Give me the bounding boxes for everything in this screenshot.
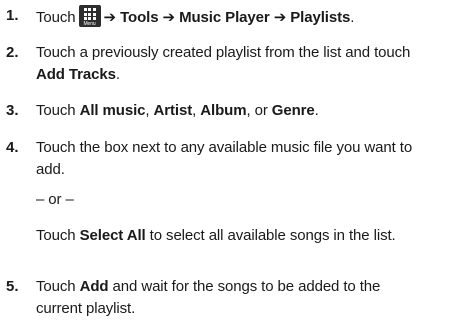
step-text: Touch a previously created playlist from… bbox=[36, 42, 465, 86]
step-number: 3. bbox=[6, 102, 19, 119]
genre-label: Genre bbox=[271, 102, 315, 119]
or-separator: – or – bbox=[36, 191, 74, 208]
instruction-page: { "steps": [ { "number": "1.", "touch": … bbox=[0, 0, 469, 333]
step-text-line: add. bbox=[36, 161, 65, 178]
arrow-icon: ➔ bbox=[273, 9, 287, 26]
menu-path-playlists: Playlists bbox=[290, 9, 351, 26]
add-label: Add bbox=[79, 278, 109, 295]
step-number: 1. bbox=[6, 7, 19, 24]
menu-path-music-player: Music Player bbox=[179, 9, 270, 26]
step-text: Touch the box next to any available musi… bbox=[36, 137, 465, 247]
step-number: 2. bbox=[6, 44, 19, 61]
artist-label: Artist bbox=[153, 102, 193, 119]
add-tracks-label: Add Tracks bbox=[36, 66, 116, 83]
step-text: Touch Menu ➔ Tools ➔ Music Player ➔ Playli… bbox=[36, 5, 465, 29]
all-music-label: All music bbox=[79, 102, 146, 119]
select-all-label: Select All bbox=[79, 227, 146, 244]
step-number: 4. bbox=[6, 139, 19, 156]
arrow-icon: ➔ bbox=[103, 9, 117, 26]
menu-icon: Menu bbox=[78, 5, 101, 27]
step-text-line: Touch a previously created playlist from… bbox=[36, 44, 411, 61]
step-text-line: Touch the box next to any available musi… bbox=[36, 139, 413, 156]
menu-path-tools: Tools bbox=[120, 9, 159, 26]
step-text-line: current playlist. bbox=[36, 300, 136, 317]
step-text-touch: Touch bbox=[36, 9, 76, 26]
album-label: Album bbox=[200, 102, 247, 119]
arrow-icon: ➔ bbox=[162, 9, 176, 26]
step-text: Touch Add and wait for the songs to be a… bbox=[36, 276, 465, 320]
step-text: Touch All music, Artist, Album, or Genre… bbox=[36, 102, 319, 119]
step-number: 5. bbox=[6, 278, 19, 295]
